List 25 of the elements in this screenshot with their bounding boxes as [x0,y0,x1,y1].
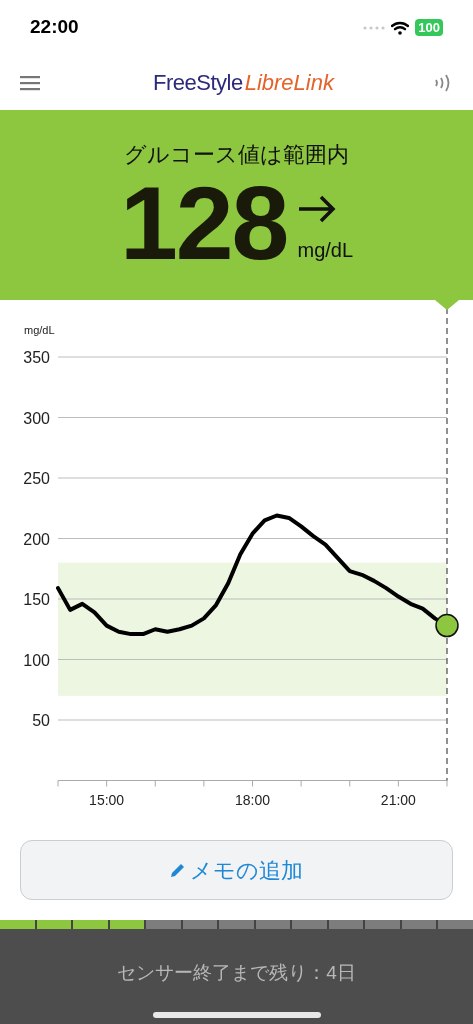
y-axis-label: 50 [32,712,50,729]
y-axis-label: 150 [23,591,50,608]
x-axis-label: 15:00 [89,791,125,808]
glucose-unit: mg/dL [297,238,354,263]
add-memo-button[interactable]: メモの追加 [20,840,453,900]
axis-unit-label: mg/dL [24,324,55,336]
current-reading-dot [435,613,459,638]
signal-icon [363,25,386,30]
logo-text: LibreLink [244,69,334,97]
x-axis-label: 18:00 [235,791,270,808]
battery-level: 100 [415,19,443,36]
glucose-status: グルコース値は範囲内 [124,141,349,169]
glucose-value: 128 [119,173,288,273]
menu-icon[interactable] [20,74,40,91]
y-axis-label: 350 [23,349,50,366]
y-axis-label: 250 [23,470,50,487]
y-axis-label: 300 [23,409,50,427]
x-axis-label: 21:00 [380,791,416,808]
pencil-icon [170,862,186,878]
sensor-remaining-text: センサー終了まで残り：4日 [117,961,356,985]
status-time: 22:00 [30,15,79,40]
y-axis-label: 200 [23,530,50,548]
wifi-icon [391,20,410,35]
logo-text: FreeStyle [153,69,243,97]
y-axis-label: 100 [23,651,50,669]
